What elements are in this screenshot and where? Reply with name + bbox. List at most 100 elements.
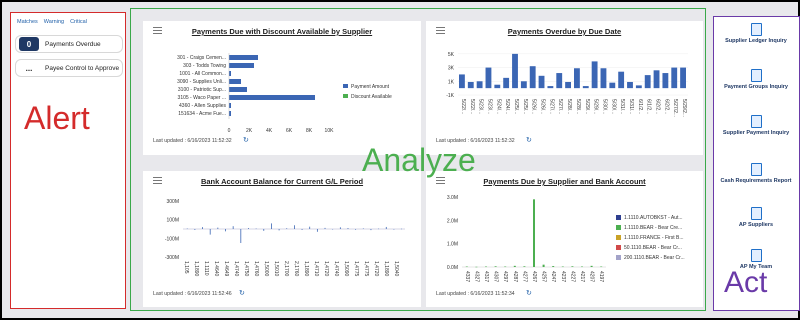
bar[interactable] [494, 266, 497, 267]
bar[interactable] [680, 67, 686, 89]
bar[interactable] [339, 227, 341, 229]
bar[interactable] [485, 266, 487, 268]
bar[interactable] [229, 63, 254, 68]
bar[interactable] [653, 70, 660, 89]
bar[interactable] [301, 229, 303, 230]
act-cash-requirements-report[interactable]: Cash Requirements Report [714, 163, 798, 184]
bar[interactable] [232, 226, 234, 229]
bar[interactable] [229, 103, 231, 108]
act-ap-suppliers[interactable]: AP Suppliers [714, 207, 798, 228]
x-tick-label: 2K [246, 128, 253, 134]
bar[interactable] [378, 228, 380, 230]
alert-item-payee-control[interactable]: ... Payee Control to Approve [15, 59, 123, 77]
bar[interactable] [581, 266, 583, 268]
bar[interactable] [494, 84, 501, 89]
bar[interactable] [271, 223, 272, 229]
bar[interactable] [332, 229, 334, 230]
tab-matches[interactable]: Matches [17, 19, 38, 25]
bar[interactable] [591, 61, 598, 89]
bar[interactable] [229, 71, 231, 76]
bar[interactable] [635, 85, 642, 89]
bar[interactable] [609, 82, 616, 89]
bar[interactable] [538, 75, 545, 89]
bar[interactable] [393, 229, 395, 230]
bar[interactable] [561, 266, 564, 268]
bar[interactable] [401, 228, 402, 230]
bar[interactable] [286, 228, 288, 229]
bar[interactable] [520, 81, 527, 89]
bar[interactable] [229, 87, 247, 92]
bar[interactable] [229, 95, 315, 100]
bar[interactable] [278, 229, 280, 231]
bar[interactable] [533, 199, 535, 267]
bar[interactable] [644, 75, 651, 89]
bar[interactable] [512, 53, 518, 89]
bar[interactable] [467, 81, 474, 89]
tab-critical[interactable]: Critical [70, 19, 87, 25]
bar[interactable] [263, 229, 265, 231]
bar[interactable] [618, 71, 625, 89]
x-tick-label: 4247 [550, 271, 556, 282]
bar[interactable] [475, 266, 478, 268]
alert-item-payments-overdue[interactable]: 0 Payments Overdue [15, 35, 123, 53]
act-overlay-label: Act [724, 266, 768, 299]
bar[interactable] [225, 229, 226, 232]
bar[interactable] [355, 229, 357, 230]
dashboard-frame: Matches Warning Critical 0 Payments Over… [2, 2, 800, 318]
refresh-icon[interactable]: ↻ [239, 289, 245, 297]
report-icon [750, 23, 762, 36]
bar[interactable] [217, 227, 219, 229]
refresh-icon[interactable]: ↻ [526, 136, 532, 144]
bar[interactable] [582, 86, 589, 89]
bar[interactable] [186, 228, 188, 230]
bar[interactable] [504, 266, 507, 268]
tab-warning[interactable]: Warning [44, 19, 64, 25]
bar[interactable] [229, 79, 241, 84]
bar[interactable] [229, 55, 258, 60]
bar[interactable] [465, 266, 468, 268]
refresh-icon[interactable]: ↻ [526, 289, 532, 297]
bar[interactable] [476, 81, 483, 89]
bar[interactable] [347, 228, 349, 229]
bar[interactable] [529, 66, 536, 89]
bar[interactable] [385, 226, 387, 229]
bar[interactable] [294, 225, 295, 229]
bar[interactable] [362, 228, 364, 229]
alert-overlay-label: Alert [24, 100, 90, 136]
bar[interactable] [248, 228, 249, 229]
x-tick-label: 5/23/... [486, 99, 492, 114]
bar[interactable] [547, 86, 554, 89]
bar[interactable] [370, 229, 372, 231]
bar[interactable] [229, 111, 231, 116]
bar[interactable] [194, 229, 196, 230]
bar[interactable] [590, 265, 593, 267]
bar[interactable] [485, 67, 492, 89]
bar[interactable] [459, 74, 465, 89]
bar[interactable] [552, 266, 555, 267]
bar[interactable] [662, 73, 669, 89]
bar[interactable] [255, 228, 257, 230]
bar[interactable] [209, 229, 211, 235]
bar[interactable] [556, 73, 563, 89]
x-tick-label: 4337 [464, 271, 470, 282]
act-payment-groups-inquiry[interactable]: Payment Groups Inquiry [714, 69, 798, 90]
bar[interactable] [309, 226, 311, 229]
bar[interactable] [574, 68, 580, 89]
act-supplier-ledger-inquiry[interactable]: Supplier Ledger Inquiry [714, 23, 798, 44]
bar[interactable] [523, 266, 526, 267]
bar[interactable] [571, 266, 574, 267]
bar[interactable] [240, 229, 242, 243]
bar[interactable] [671, 67, 678, 89]
bar[interactable] [565, 81, 571, 89]
bar[interactable] [324, 227, 326, 229]
bar[interactable] [202, 227, 203, 229]
bar[interactable] [542, 264, 545, 267]
act-supplier-payment-inquiry[interactable]: Supplier Payment Inquiry [714, 115, 798, 136]
bar[interactable] [503, 77, 510, 89]
bar[interactable] [316, 229, 318, 232]
bar[interactable] [513, 265, 516, 267]
bar[interactable] [627, 81, 633, 89]
bar[interactable] [600, 68, 607, 89]
bar[interactable] [600, 266, 603, 268]
refresh-icon[interactable]: ↻ [243, 136, 249, 144]
